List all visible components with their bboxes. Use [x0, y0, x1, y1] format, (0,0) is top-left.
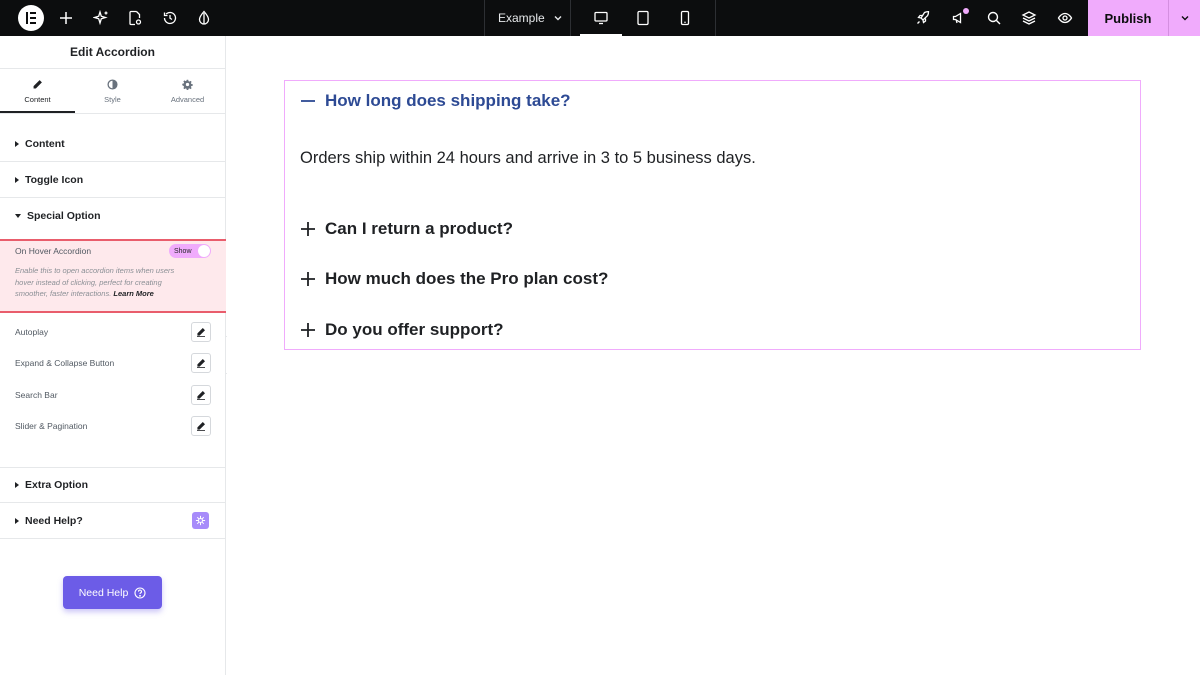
preview-eye-icon[interactable] [1055, 8, 1075, 28]
accordion-item-title: Do you offer support? [325, 320, 504, 339]
section-toggle-icon[interactable]: Toggle Icon [0, 162, 225, 198]
publish-options-button[interactable] [1168, 0, 1200, 36]
elementor-logo-mark [25, 12, 37, 24]
tab-label: Style [104, 94, 121, 104]
section-label: Toggle Icon [25, 173, 84, 186]
section-need-help[interactable]: Need Help? [0, 503, 225, 539]
control-label: Search Bar [15, 390, 58, 400]
announcement-icon[interactable] [949, 8, 969, 28]
add-icon[interactable] [56, 8, 76, 28]
desktop-view-button[interactable] [580, 0, 622, 36]
need-help-button[interactable]: Need Help [63, 576, 162, 609]
accordion-item-3-header[interactable]: How much does the Pro plan cost? [300, 269, 608, 289]
on-hover-accordion-control: On Hover Accordion Show Enable this to o… [0, 239, 226, 313]
rocket-icon[interactable] [913, 8, 933, 28]
document-title: Example [498, 11, 545, 25]
need-help-label: Need Help [78, 586, 129, 599]
edit-search-bar-button[interactable] [191, 385, 211, 405]
panel-title: Edit Accordion [0, 36, 225, 69]
tab-label: Advanced [170, 94, 205, 104]
caret-right-icon [15, 482, 19, 488]
plus-icon [300, 322, 316, 338]
section-label: Need Help? [25, 514, 83, 527]
accordion-item-title: How much does the Pro plan cost? [325, 269, 609, 288]
pencil-icon [197, 328, 205, 337]
section-label: Special Option [27, 210, 101, 222]
accordion-item-title: Can I return a product? [325, 219, 513, 238]
plus-icon [300, 271, 316, 287]
panel-tabs: Content Style Advanced [0, 69, 225, 114]
edit-slider-pagination-button[interactable] [191, 416, 211, 436]
plus-icon [300, 221, 316, 237]
minus-icon [300, 93, 316, 109]
accordion-item-title: How long does shipping take? [325, 91, 571, 110]
section-label: Content [25, 137, 65, 150]
section-special-option[interactable]: Special Option [0, 198, 225, 234]
tablet-view-button[interactable] [622, 0, 664, 36]
support-icon [192, 512, 209, 529]
caret-right-icon [15, 176, 19, 183]
tablet-icon [637, 10, 649, 26]
chevron-down-icon [1181, 16, 1188, 21]
top-bar: Example Publish [0, 0, 1200, 36]
page-settings-icon[interactable] [125, 8, 145, 28]
control-expand-collapse: Expand & Collapse Button [15, 353, 211, 373]
accordion-item-4-header[interactable]: Do you offer support? [300, 320, 503, 340]
pencil-icon [33, 79, 42, 88]
section-content[interactable]: Content [0, 126, 225, 162]
pencil-icon [197, 422, 205, 431]
tab-label: Content [24, 94, 51, 104]
pencil-icon [197, 391, 205, 400]
control-label: Slider & Pagination [15, 421, 88, 431]
divider [570, 0, 571, 36]
edit-expand-collapse-button[interactable] [191, 353, 211, 373]
chevron-down-icon [554, 16, 562, 21]
layers-icon[interactable] [1019, 8, 1039, 28]
document-title-dropdown[interactable]: Example [498, 11, 563, 25]
control-slider-pagination: Slider & Pagination [15, 416, 211, 436]
accordion-item-1-content: Orders ship within 24 hours and arrive i… [300, 149, 756, 167]
history-icon[interactable] [160, 8, 180, 28]
mobile-icon [680, 10, 690, 26]
elementor-logo[interactable] [18, 5, 44, 31]
accordion-item-1-header[interactable]: How long does shipping take? [300, 91, 571, 111]
publish-button[interactable]: Publish [1088, 0, 1168, 36]
sparkle-icon[interactable] [91, 8, 111, 28]
search-icon[interactable] [984, 8, 1004, 28]
on-hover-toggle[interactable]: Show [169, 244, 211, 258]
learn-more-link[interactable]: Learn More [113, 289, 153, 298]
pencil-icon [197, 359, 205, 368]
caret-down-icon [15, 214, 21, 218]
control-label: Expand & Collapse Button [15, 358, 115, 368]
toggle-label: Show [174, 247, 192, 255]
notification-dot [963, 8, 969, 14]
gear-icon [182, 79, 193, 90]
toggle-knob [198, 245, 210, 257]
tab-style[interactable]: Style [75, 69, 150, 113]
question-circle-icon [134, 586, 146, 599]
caret-right-icon [15, 517, 19, 524]
accordion-item-2-header[interactable]: Can I return a product? [300, 219, 513, 239]
control-autoplay: Autoplay [15, 322, 211, 342]
editor-canvas: How long does shipping take? Orders ship… [227, 36, 1200, 675]
mobile-view-button[interactable] [664, 0, 706, 36]
section-label: Extra Option [25, 479, 89, 491]
editor-panel: Edit Accordion Content Style Advanced Co… [0, 36, 226, 675]
accordion-widget[interactable]: How long does shipping take? Orders ship… [284, 80, 1141, 350]
theme-icon[interactable] [194, 8, 214, 28]
on-hover-description: Enable this to open accordion items when… [15, 265, 195, 300]
section-extra-option[interactable]: Extra Option [0, 467, 225, 503]
edit-autoplay-button[interactable] [191, 322, 211, 342]
divider [715, 0, 716, 36]
control-label: Autoplay [15, 327, 49, 337]
control-search-bar: Search Bar [15, 385, 211, 405]
tab-content[interactable]: Content [0, 69, 75, 113]
tab-advanced[interactable]: Advanced [150, 69, 225, 113]
desktop-icon [594, 11, 608, 25]
divider [484, 0, 485, 36]
half-circle-icon [107, 78, 118, 90]
caret-right-icon [15, 140, 19, 147]
